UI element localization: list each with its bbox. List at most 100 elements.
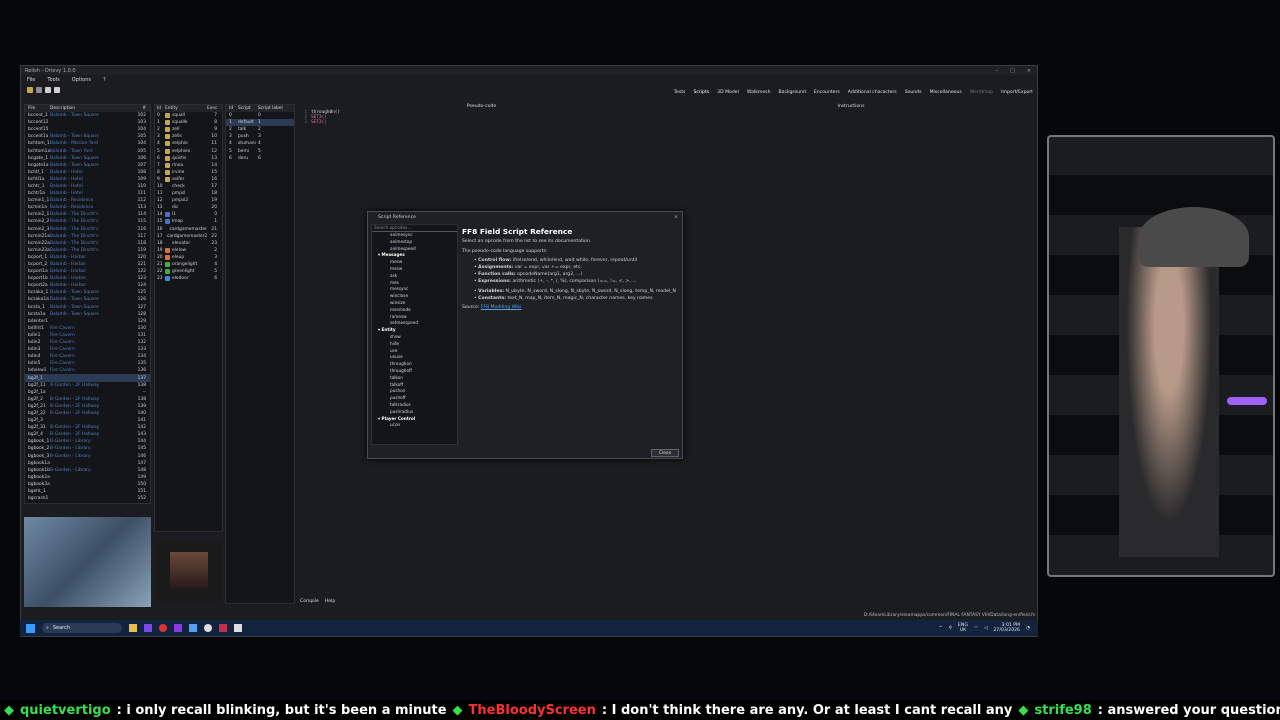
volume-icon[interactable]: ◁ bbox=[984, 626, 988, 631]
clock[interactable]: 3:01 PM 27/03/2026 bbox=[994, 623, 1020, 633]
entity-row[interactable]: 3 zells 10 bbox=[155, 133, 222, 140]
col-script[interactable]: Script bbox=[238, 106, 258, 111]
file-row[interactable]: bchtom1a Balamb - Town Yard 105 bbox=[25, 147, 150, 154]
dialog-close-icon[interactable]: × bbox=[674, 215, 682, 220]
file-row[interactable]: bg2f_11 B-Garden - 2F Hallway 138 bbox=[25, 382, 150, 389]
file-row[interactable]: bcport1a Balamb - Harbor 122 bbox=[25, 268, 150, 275]
opcode-item[interactable]: talkon bbox=[372, 375, 457, 382]
close-icon[interactable]: × bbox=[1027, 68, 1031, 74]
opcode-search-input[interactable]: Search opcodes... bbox=[372, 225, 457, 232]
entity-row[interactable]: 14 l1 0 bbox=[155, 211, 222, 218]
bell-icon[interactable]: ◔ bbox=[1026, 626, 1030, 631]
file-row[interactable]: bgbook_2 B-Garden - Library 145 bbox=[25, 445, 150, 452]
pin-icon[interactable]: ⚲ bbox=[949, 626, 952, 631]
col-exec[interactable]: Exec bbox=[207, 106, 217, 111]
opcode-item[interactable]: mesw bbox=[372, 259, 457, 266]
menu-tools[interactable]: Tools bbox=[47, 77, 59, 83]
script-row[interactable]: 5 bemi 5 bbox=[226, 147, 294, 154]
file-row[interactable]: bchtl_1 Balamb - Hotel 108 bbox=[25, 169, 150, 176]
opcode-category[interactable]: ▾ Player Control bbox=[372, 416, 457, 423]
entity-row[interactable]: 15 lmap 1 bbox=[155, 218, 222, 225]
entity-row[interactable]: 17 cardgamemaster2 22 bbox=[155, 233, 222, 240]
save-as-icon[interactable] bbox=[45, 87, 51, 93]
entity-row[interactable]: 5 selphies 12 bbox=[155, 147, 222, 154]
opcode-item[interactable]: show bbox=[372, 334, 457, 341]
entity-row[interactable]: 22 greenlight 5 bbox=[155, 268, 222, 275]
tab-worldmap[interactable]: Worldmap bbox=[970, 90, 993, 95]
script-row[interactable]: 2 talk 2 bbox=[226, 126, 294, 133]
file-row[interactable]: bchtom_1 Balamb - Mission Yard 104 bbox=[25, 140, 150, 147]
language-indicator[interactable]: ENG UK bbox=[958, 623, 968, 633]
maximize-icon[interactable]: □ bbox=[1010, 68, 1015, 74]
file-row[interactable]: bg2f_3 141 bbox=[25, 417, 150, 424]
compile-button[interactable]: Compile bbox=[300, 599, 319, 604]
file-row[interactable]: bchtr_1 Balamb - Hotel 110 bbox=[25, 183, 150, 190]
file-row[interactable]: bcgate_1 Balamb - Town Square 106 bbox=[25, 155, 150, 162]
tab-miscellaneous[interactable]: Miscellaneous bbox=[930, 90, 962, 95]
tab-additional-characters[interactable]: Additional characters bbox=[848, 90, 897, 95]
opcode-category[interactable]: ▾ Entity bbox=[372, 327, 457, 334]
file-row[interactable]: bgbook2a 149 bbox=[25, 474, 150, 481]
script-row[interactable]: 6 deru 6 bbox=[226, 155, 294, 162]
opcode-item[interactable]: ramesw bbox=[372, 314, 457, 321]
file-row[interactable]: bdview1 Fire Cavern 136 bbox=[25, 367, 150, 374]
file-row[interactable]: bgbook1b B-Garden - Library 148 bbox=[25, 467, 150, 474]
opcode-item[interactable]: talkoff bbox=[372, 382, 457, 389]
twitch-icon[interactable] bbox=[174, 624, 182, 632]
opcode-item[interactable]: pushoff bbox=[372, 395, 457, 402]
open-folder-icon[interactable] bbox=[27, 87, 33, 93]
opcode-item[interactable]: messync bbox=[372, 286, 457, 293]
opcode-item[interactable]: pushon bbox=[372, 388, 457, 395]
file-row[interactable]: bccent12 103 bbox=[25, 119, 150, 126]
obs-icon[interactable] bbox=[204, 624, 212, 632]
tab-scripts[interactable]: Scripts bbox=[693, 90, 709, 95]
entity-row[interactable]: 20 eleup 3 bbox=[155, 254, 222, 261]
entity-row[interactable]: 4 selphie 11 bbox=[155, 140, 222, 147]
col-entity-id[interactable]: Id bbox=[155, 106, 165, 111]
chevron-up-icon[interactable]: ^ bbox=[939, 626, 943, 631]
file-row[interactable]: bdin1 Fire Cavern 131 bbox=[25, 332, 150, 339]
file-row[interactable]: bcmin2_2 Balamb - The Dincht's 115 bbox=[25, 218, 150, 225]
file-row[interactable]: bchtl1a Balamb - Hotel 109 bbox=[25, 176, 150, 183]
file-row[interactable]: bdifrit1 Fire Cavern 130 bbox=[25, 325, 150, 332]
file-row[interactable]: bcmin1_1 Balamb - Residence 112 bbox=[25, 197, 150, 204]
file-row[interactable]: bgbook3a 150 bbox=[25, 481, 150, 488]
tab-texts[interactable]: Texts bbox=[674, 90, 686, 95]
entity-row[interactable]: 16 cardgamemaster 21 bbox=[155, 226, 222, 233]
opera-icon[interactable] bbox=[159, 624, 167, 632]
opcode-item[interactable]: mesw bbox=[372, 266, 457, 273]
opcode-item[interactable]: setmesspeed bbox=[372, 320, 457, 327]
file-row[interactable]: bg2f_1 137 bbox=[25, 374, 150, 382]
col-file[interactable]: File bbox=[25, 106, 50, 111]
menu-help[interactable]: ? bbox=[103, 77, 106, 83]
opcode-item[interactable]: hide bbox=[372, 341, 457, 348]
close-button[interactable]: Close bbox=[651, 449, 679, 457]
tab-encounters[interactable]: Encounters bbox=[814, 90, 840, 95]
col-script-id[interactable]: Id bbox=[226, 106, 238, 111]
file-row[interactable]: bccent15 104 bbox=[25, 126, 150, 133]
entity-row[interactable]: 2 zell 9 bbox=[155, 126, 222, 133]
file-row[interactable]: bgbook1a 147 bbox=[25, 460, 150, 467]
tab-sounds[interactable]: Sounds bbox=[905, 90, 922, 95]
file-row[interactable]: bdin3 Fire Cavern 133 bbox=[25, 346, 150, 353]
entity-row[interactable]: 12 pmpsl2 19 bbox=[155, 197, 222, 204]
file-row[interactable]: bcsaka_1 Balamb - Town Square 125 bbox=[25, 289, 150, 296]
file-row[interactable]: bgbook_3 B-Garden - Library 146 bbox=[25, 453, 150, 460]
file-row[interactable]: bcport2a Balamb - Harbor 124 bbox=[25, 282, 150, 289]
opcode-item[interactable]: throughoff bbox=[372, 368, 457, 375]
entity-row[interactable]: 0 squall 7 bbox=[155, 112, 222, 119]
entity-row[interactable]: 7 rinoa 14 bbox=[155, 162, 222, 169]
opcode-item[interactable]: winsize bbox=[372, 300, 457, 307]
opcode-item[interactable]: mes bbox=[372, 280, 457, 287]
file-row[interactable]: bcmin23a Balamb - The Dincht's 119 bbox=[25, 247, 150, 254]
col-script-label[interactable]: Script label bbox=[258, 106, 288, 111]
file-row[interactable]: bdenter1 129 bbox=[25, 318, 150, 325]
tab-import-export[interactable]: Import/Export bbox=[1001, 90, 1033, 95]
file-row[interactable]: bcport_2 Balamb - Harbor 121 bbox=[25, 261, 150, 268]
file-row[interactable]: bdin4 Fire Cavern 134 bbox=[25, 353, 150, 360]
entity-row[interactable]: 18 elevator 23 bbox=[155, 240, 222, 247]
file-row[interactable]: bcport_1 Balamb - Harbor 120 bbox=[25, 254, 150, 261]
col-entity[interactable]: Entity bbox=[165, 106, 207, 111]
entity-row[interactable]: 19 elelow 2 bbox=[155, 247, 222, 254]
file-row[interactable]: bchtr1a Balamb - Hotel 111 bbox=[25, 190, 150, 197]
